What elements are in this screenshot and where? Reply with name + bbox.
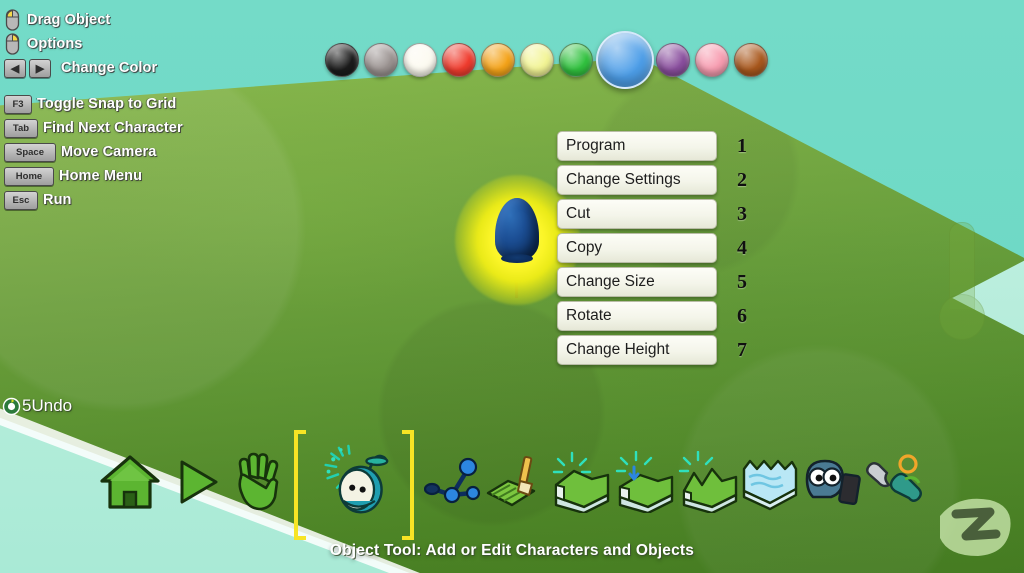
context-menu-shortcut: 4 bbox=[737, 236, 747, 259]
home-key-badge: Home bbox=[4, 166, 54, 186]
object-context-menu[interactable]: Program 1 Change Settings 2 Cut 3 Copy 4 Change … bbox=[557, 131, 755, 369]
color-swatch-brown[interactable] bbox=[734, 43, 768, 77]
world-settings-tool[interactable] bbox=[858, 446, 930, 518]
thermometer-icon bbox=[937, 222, 985, 342]
mouse-right-button-icon bbox=[5, 33, 20, 55]
thermometer-bulb bbox=[939, 294, 985, 340]
help-label: Drag Object bbox=[27, 12, 111, 28]
help-overlay: Drag Object Options ◀ ▶ Change Color F3 … bbox=[4, 8, 304, 212]
tab-key-badge: Tab bbox=[4, 118, 38, 138]
context-menu-item-copy[interactable]: Copy bbox=[557, 233, 717, 263]
color-swatch-green[interactable] bbox=[559, 43, 593, 77]
context-menu-row[interactable]: Cut 3 bbox=[557, 199, 755, 229]
home-tool[interactable] bbox=[94, 446, 166, 518]
help-row-change-color: ◀ ▶ Change Color bbox=[4, 56, 304, 80]
status-bar-text: Object Tool: Add or Edit Characters and … bbox=[329, 542, 695, 559]
terrain-raise-icon bbox=[552, 451, 610, 513]
color-swatch-pink[interactable] bbox=[695, 43, 729, 77]
help-row-run: Esc Run bbox=[4, 188, 304, 212]
help-label: Toggle Snap to Grid bbox=[37, 96, 177, 112]
context-menu-shortcut: 2 bbox=[737, 168, 747, 191]
color-palette[interactable] bbox=[325, 31, 773, 89]
undo-label: Undo bbox=[31, 396, 73, 415]
paint-brush-icon bbox=[486, 456, 536, 507]
help-label: Find Next Character bbox=[43, 120, 183, 136]
color-swatch-red[interactable] bbox=[442, 43, 476, 77]
context-menu-shortcut: 1 bbox=[737, 134, 747, 157]
help-label: Change Color bbox=[61, 60, 158, 76]
context-menu-row[interactable]: Change Settings 2 bbox=[557, 165, 755, 195]
up-down-tool[interactable] bbox=[546, 446, 618, 518]
context-menu-shortcut: 6 bbox=[737, 304, 747, 327]
help-row-move-camera: Space Move Camera bbox=[4, 140, 304, 164]
terrain-flatten-icon bbox=[615, 451, 674, 513]
context-menu-item-rotate[interactable]: Rotate bbox=[557, 301, 717, 331]
color-swatch-orange[interactable] bbox=[481, 43, 515, 77]
help-row-drag-object: Drag Object bbox=[4, 8, 304, 32]
object-tool[interactable] bbox=[320, 444, 392, 518]
help-label: Home Menu bbox=[59, 168, 143, 184]
help-spacer bbox=[4, 80, 304, 92]
hand-icon bbox=[238, 452, 279, 511]
game-viewport: Drag Object Options ◀ ▶ Change Color F3 … bbox=[0, 0, 1024, 573]
context-menu-row[interactable]: Copy 4 bbox=[557, 233, 755, 263]
undo-button-glyph bbox=[2, 397, 21, 415]
context-menu-item-change-height[interactable]: Change Height bbox=[557, 335, 717, 365]
color-swatch-grey[interactable] bbox=[364, 43, 398, 77]
context-menu-shortcut: 7 bbox=[737, 338, 747, 361]
help-label: Run bbox=[43, 192, 72, 208]
help-row-find-next-character: Tab Find Next Character bbox=[4, 116, 304, 140]
undo-indicator[interactable]: 5 Undo bbox=[2, 396, 72, 416]
help-row-snap-to-grid: F3 Toggle Snap to Grid bbox=[4, 92, 304, 116]
color-swatch-white[interactable] bbox=[403, 43, 437, 77]
context-menu-item-cut[interactable]: Cut bbox=[557, 199, 717, 229]
context-menu-shortcut: 5 bbox=[737, 270, 747, 293]
arrow-keys-icon: ◀ ▶ bbox=[4, 58, 54, 78]
context-menu-row[interactable]: Change Height 7 bbox=[557, 335, 755, 365]
context-menu-item-program[interactable]: Program bbox=[557, 131, 717, 161]
color-swatch-purple[interactable] bbox=[656, 43, 690, 77]
esc-key-badge: Esc bbox=[4, 190, 38, 210]
terrain-rough-icon bbox=[678, 451, 738, 513]
wrench-world-icon bbox=[866, 454, 922, 502]
help-label: Options bbox=[27, 36, 83, 52]
context-menu-item-change-size[interactable]: Change Size bbox=[557, 267, 717, 297]
help-row-home-menu: Home Home Menu bbox=[4, 164, 304, 188]
context-menu-row[interactable]: Change Size 5 bbox=[557, 267, 755, 297]
arrow-left-key: ◀ bbox=[4, 58, 26, 78]
color-swatch-blue[interactable] bbox=[596, 31, 654, 89]
context-menu-shortcut: 3 bbox=[737, 202, 747, 225]
help-label: Move Camera bbox=[61, 144, 157, 160]
bottom-toolbar[interactable] bbox=[0, 444, 1024, 536]
help-row-options: Options bbox=[4, 32, 304, 56]
mouse-left-button-icon bbox=[5, 9, 20, 31]
eye-delete-icon bbox=[805, 459, 861, 506]
hand-tool[interactable] bbox=[222, 446, 294, 518]
home-icon bbox=[100, 455, 160, 509]
flatten-tool[interactable] bbox=[610, 446, 682, 518]
context-menu-row[interactable]: Rotate 6 bbox=[557, 301, 755, 331]
context-menu-row[interactable]: Program 1 bbox=[557, 131, 755, 161]
kodu-character-icon bbox=[324, 444, 389, 514]
context-menu-item-change-settings[interactable]: Change Settings bbox=[557, 165, 717, 195]
space-key-badge: Space bbox=[4, 142, 56, 162]
path-nodes-icon bbox=[424, 457, 481, 504]
color-swatch-black[interactable] bbox=[325, 43, 359, 77]
color-swatch-yellow[interactable] bbox=[520, 43, 554, 77]
play-triangle-icon bbox=[180, 460, 218, 504]
water-icon bbox=[742, 459, 798, 511]
f3-key-badge: F3 bbox=[4, 94, 32, 114]
arrow-right-key: ▶ bbox=[29, 58, 51, 78]
paint-tool[interactable] bbox=[478, 446, 550, 518]
